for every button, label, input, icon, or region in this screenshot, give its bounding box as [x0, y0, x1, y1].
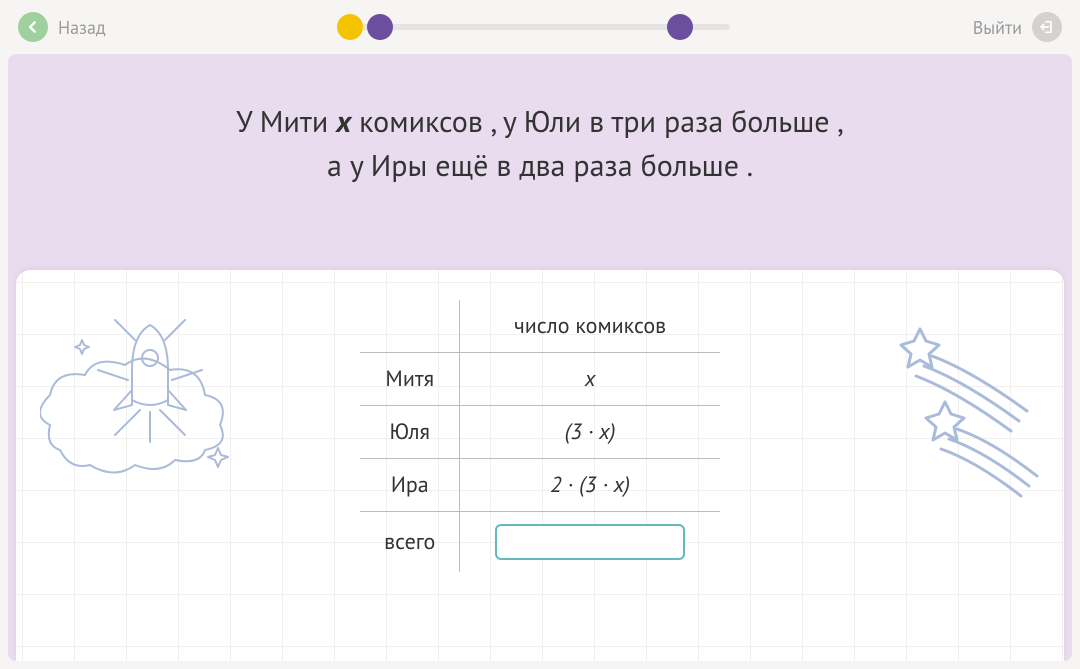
prompt-text: У Мити: [236, 102, 336, 141]
table-header-count: число комиксов: [460, 300, 720, 353]
top-bar: Назад Выйти: [0, 0, 1080, 54]
prompt-text: комиксов , у Юли в три раза больше ,: [351, 102, 844, 141]
rocket-cloud-illustration: [40, 310, 260, 490]
task-panel: У Мити x комиксов , у Юли в три раза бол…: [8, 54, 1072, 661]
prompt-variable: x: [336, 102, 351, 141]
back-button[interactable]: [18, 12, 48, 42]
row-name: Юля: [360, 406, 460, 459]
exit-button[interactable]: Выйти: [973, 12, 1062, 42]
task-prompt: У Мити x комиксов , у Юли в три раза бол…: [8, 54, 1072, 221]
progress-dot-1: [337, 14, 363, 40]
table-row: Митя x: [360, 353, 720, 406]
row-name: Митя: [360, 353, 460, 406]
progress-dot-3: [667, 14, 693, 40]
table-row: Юля (3 · x): [360, 406, 720, 459]
progress-dot-2: [367, 14, 393, 40]
row-name: Ира: [360, 459, 460, 512]
comics-table: число комиксов Митя x Юля (3 · x) Ира 2 …: [360, 300, 720, 572]
back-label: Назад: [58, 16, 106, 39]
row-value: x: [460, 353, 720, 406]
exit-icon: [1032, 12, 1062, 42]
total-label: всего: [360, 512, 460, 573]
progress-bar: [350, 24, 730, 30]
chevron-left-icon: [26, 20, 40, 34]
prompt-text: а у Иры ещё в два раза больше .: [48, 144, 1032, 188]
row-value: 2 · (3 · x): [460, 459, 720, 512]
shooting-stars-illustration: [884, 326, 1044, 506]
table-header-blank: [360, 300, 460, 353]
answer-card: число комиксов Митя x Юля (3 · x) Ира 2 …: [16, 270, 1064, 661]
table-row-total: всего: [360, 512, 720, 573]
exit-label: Выйти: [973, 16, 1022, 39]
total-input[interactable]: [495, 524, 685, 560]
total-cell: [460, 512, 720, 573]
progress-track: [350, 24, 730, 30]
table-row: Ира 2 · (3 · x): [360, 459, 720, 512]
row-value: (3 · x): [460, 406, 720, 459]
